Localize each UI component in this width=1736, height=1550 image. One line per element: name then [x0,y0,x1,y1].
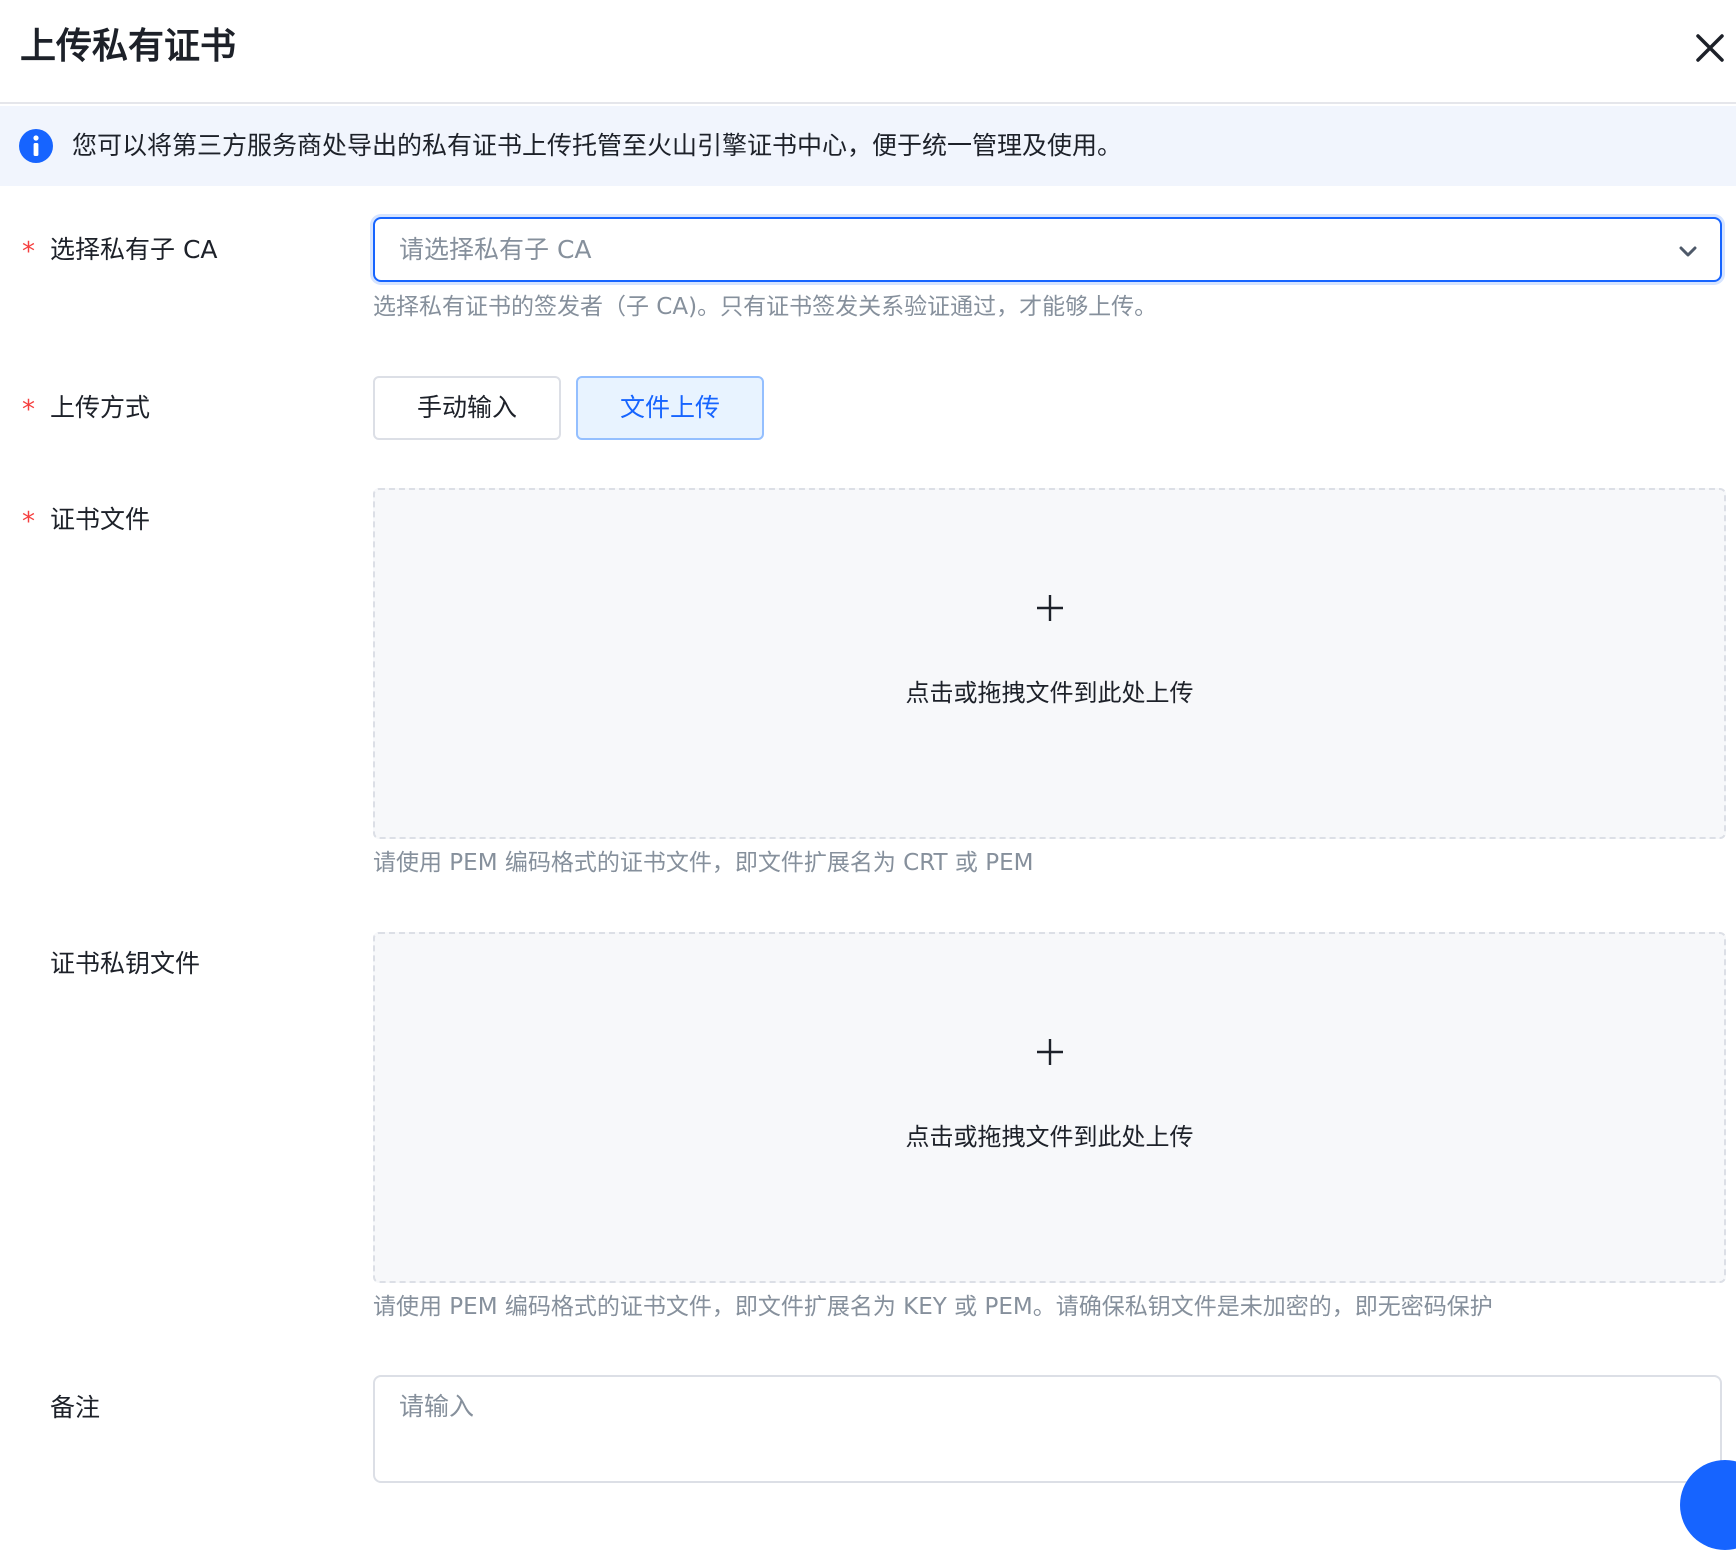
plus-icon [1037,595,1063,621]
file-upload-option[interactable]: 文件上传 [576,376,764,440]
ca-label: 选择私有子 CA [50,235,218,264]
info-icon [19,129,53,163]
dialog-title: 上传私有证书 [20,26,237,67]
close-icon [1696,34,1724,62]
cert-file-help-text: 请使用 PEM 编码格式的证书文件，即文件扩展名为 CRT 或 PEM [373,850,1034,876]
remark-label: 备注 [50,1393,101,1422]
ca-help-text: 选择私有证书的签发者（子 CA)。只有证书签发关系验证通过，才能够上传。 [373,294,1158,320]
key-file-help-text: 请使用 PEM 编码格式的证书文件，即文件扩展名为 KEY 或 PEM。请确保私… [373,1294,1493,1320]
remark-textarea[interactable] [373,1375,1722,1483]
ca-select-placeholder: 请选择私有子 CA [399,235,592,264]
key-file-label: 证书私钥文件 [50,949,201,978]
key-file-dropzone[interactable]: 点击或拖拽文件到此处上传 [373,932,1726,1283]
info-banner-text: 您可以将第三方服务商处导出的私有证书上传托管至火山引擎证书中心，便于统一管理及使… [72,131,1123,160]
required-mark: * [22,395,35,425]
ca-select[interactable]: 请选择私有子 CA [373,217,1722,282]
required-mark: * [22,507,35,537]
required-mark: * [22,237,35,267]
manual-input-option[interactable]: 手动输入 [373,376,561,440]
upload-method-label: 上传方式 [50,393,151,422]
cert-dropzone-text: 点击或拖拽文件到此处上传 [905,679,1194,707]
cert-file-dropzone[interactable]: 点击或拖拽文件到此处上传 [373,488,1726,839]
close-button[interactable] [1690,28,1730,68]
dialog-header: 上传私有证书 [0,0,1736,104]
key-dropzone-text: 点击或拖拽文件到此处上传 [905,1123,1194,1151]
cert-file-label: 证书文件 [50,505,151,534]
plus-icon [1037,1039,1063,1065]
chevron-down-icon [1679,246,1697,257]
